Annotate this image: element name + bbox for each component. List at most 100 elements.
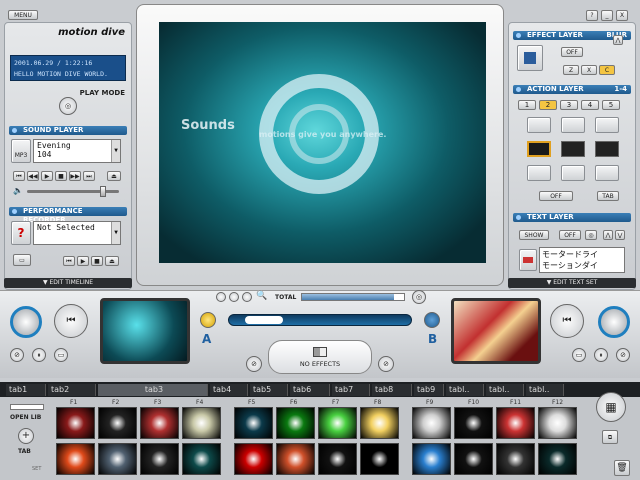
deck-b-pause[interactable]: ⏸: [594, 348, 608, 362]
edit-timeline-button[interactable]: ▼ EDIT TIMELINE: [4, 278, 132, 288]
minimize-button[interactable]: _: [601, 10, 613, 21]
grid-view-button[interactable]: ▦: [596, 392, 626, 422]
play-mode-button[interactable]: ◎: [59, 97, 77, 115]
text-up-button[interactable]: ⋀: [603, 230, 613, 240]
edit-text-set-button[interactable]: ▼ EDIT TEXT SET: [508, 278, 636, 288]
text-link-button[interactable]: ◎: [585, 230, 597, 240]
rec-play-button[interactable]: ▶: [77, 256, 89, 266]
mixer-option-3[interactable]: [242, 292, 252, 302]
tab-5[interactable]: tab5: [250, 384, 288, 396]
deck-a-option-2[interactable]: ▭: [54, 348, 68, 362]
library-clip-thumb[interactable]: [234, 443, 273, 475]
library-clip-thumb[interactable]: [182, 407, 221, 439]
rec-record-button[interactable]: ⏏: [105, 256, 119, 266]
action-slot[interactable]: [561, 165, 585, 181]
library-clip-thumb[interactable]: [360, 443, 399, 475]
volume-slider-thumb[interactable]: [100, 186, 107, 197]
library-clip-thumb[interactable]: [412, 407, 451, 439]
text-down-button[interactable]: ⋁: [615, 230, 625, 240]
deck-a-preview[interactable]: [100, 298, 190, 364]
deck-a-pause[interactable]: ⏸: [32, 348, 46, 362]
tab-1[interactable]: tab1: [6, 384, 46, 396]
library-clip-thumb[interactable]: [182, 443, 221, 475]
close-button[interactable]: X: [616, 10, 628, 21]
tab-6[interactable]: tab6: [290, 384, 330, 396]
deck-a-select-button[interactable]: [200, 312, 216, 328]
library-clip-thumb[interactable]: [360, 407, 399, 439]
effect-preview[interactable]: [517, 45, 543, 71]
tab-11[interactable]: tabl..: [486, 384, 524, 396]
tab-4[interactable]: tab4: [210, 384, 248, 396]
tab-9[interactable]: tab9: [414, 384, 444, 396]
deck-b-select-button[interactable]: [424, 312, 440, 328]
effect-key-c[interactable]: C: [599, 65, 615, 75]
library-clip-thumb[interactable]: [56, 407, 95, 439]
timeline-icon-button[interactable]: ▭: [13, 254, 31, 266]
crossfader-track[interactable]: [228, 314, 412, 326]
mixer-option-2[interactable]: [229, 292, 239, 302]
library-clip-thumb[interactable]: [538, 443, 577, 475]
effects-selector[interactable]: NO EFFECTS: [268, 340, 372, 374]
action-tab-4[interactable]: 4: [581, 100, 599, 110]
tab-8[interactable]: tab8: [372, 384, 412, 396]
effects-right-button[interactable]: ⊘: [378, 356, 394, 372]
action-slot[interactable]: [561, 117, 585, 133]
next-track-button[interactable]: ⏭: [83, 171, 95, 181]
effect-off-button[interactable]: OFF: [561, 47, 583, 57]
volume-slider[interactable]: [27, 186, 119, 197]
forward-button[interactable]: ▶▶: [69, 171, 81, 181]
help-button[interactable]: ?: [586, 10, 598, 21]
deck-a-option-1[interactable]: ⊘: [10, 348, 24, 362]
stop-button[interactable]: ■: [55, 171, 67, 181]
play-button[interactable]: ▶: [41, 171, 53, 181]
action-tab-1[interactable]: 1: [518, 100, 536, 110]
library-clip-thumb[interactable]: [318, 407, 357, 439]
action-slot[interactable]: [527, 117, 551, 133]
library-clip-thumb[interactable]: [56, 443, 95, 475]
recorder-select[interactable]: Not Selected ▼: [33, 221, 121, 245]
sound-player-file-icon[interactable]: MP3: [11, 139, 31, 163]
sound-eject-button[interactable]: ⏏: [107, 171, 121, 181]
copy-button[interactable]: ⧉: [602, 430, 618, 444]
deck-b-option-1[interactable]: ▭: [572, 348, 586, 362]
action-slot[interactable]: [595, 117, 619, 133]
library-clip-thumb[interactable]: [276, 443, 315, 475]
library-clip-thumb[interactable]: [140, 407, 179, 439]
action-tab-3[interactable]: 3: [560, 100, 578, 110]
tab-3[interactable]: tab3: [98, 384, 208, 396]
track-select[interactable]: Evening 104 ▼: [33, 139, 121, 163]
chevron-down-icon[interactable]: ▼: [111, 140, 120, 162]
tab-7[interactable]: tab7: [332, 384, 370, 396]
action-slot[interactable]: [595, 141, 619, 157]
effect-up-button[interactable]: ⋀: [613, 35, 623, 45]
text-layer-field[interactable]: モータードライ モーションダイ: [539, 247, 625, 273]
effects-left-button[interactable]: ⊘: [246, 356, 262, 372]
action-slot[interactable]: [595, 165, 619, 181]
text-color-swatch[interactable]: [519, 249, 537, 271]
effect-key-x[interactable]: X: [581, 65, 597, 75]
library-clip-thumb[interactable]: [454, 443, 493, 475]
library-clip-thumb[interactable]: [538, 407, 577, 439]
library-clip-thumb[interactable]: [496, 407, 535, 439]
deck-a-rewind-button[interactable]: ⏮: [54, 304, 88, 338]
zoom-icon[interactable]: 🔍: [256, 291, 267, 301]
library-clip-thumb[interactable]: [234, 407, 273, 439]
library-clip-thumb[interactable]: [318, 443, 357, 475]
total-reset-button[interactable]: ◎: [412, 290, 426, 304]
action-tab-2[interactable]: 2: [539, 100, 557, 110]
effect-key-z[interactable]: Z: [563, 65, 579, 75]
deck-b-rewind-button[interactable]: ⏮: [550, 304, 584, 338]
deck-b-option-2[interactable]: ⊘: [616, 348, 630, 362]
library-clip-thumb[interactable]: [412, 443, 451, 475]
library-clip-thumb[interactable]: [98, 443, 137, 475]
deck-a-jog-knob[interactable]: [10, 306, 42, 338]
library-clip-thumb[interactable]: [276, 407, 315, 439]
mixer-option-1[interactable]: [216, 292, 226, 302]
library-clip-thumb[interactable]: [496, 443, 535, 475]
chevron-down-icon[interactable]: ▼: [111, 222, 120, 244]
add-library-button[interactable]: +: [18, 428, 34, 444]
action-off-button[interactable]: OFF: [539, 191, 573, 201]
action-slot[interactable]: [527, 165, 551, 181]
library-clip-thumb[interactable]: [98, 407, 137, 439]
tab-2[interactable]: tab2: [48, 384, 96, 396]
